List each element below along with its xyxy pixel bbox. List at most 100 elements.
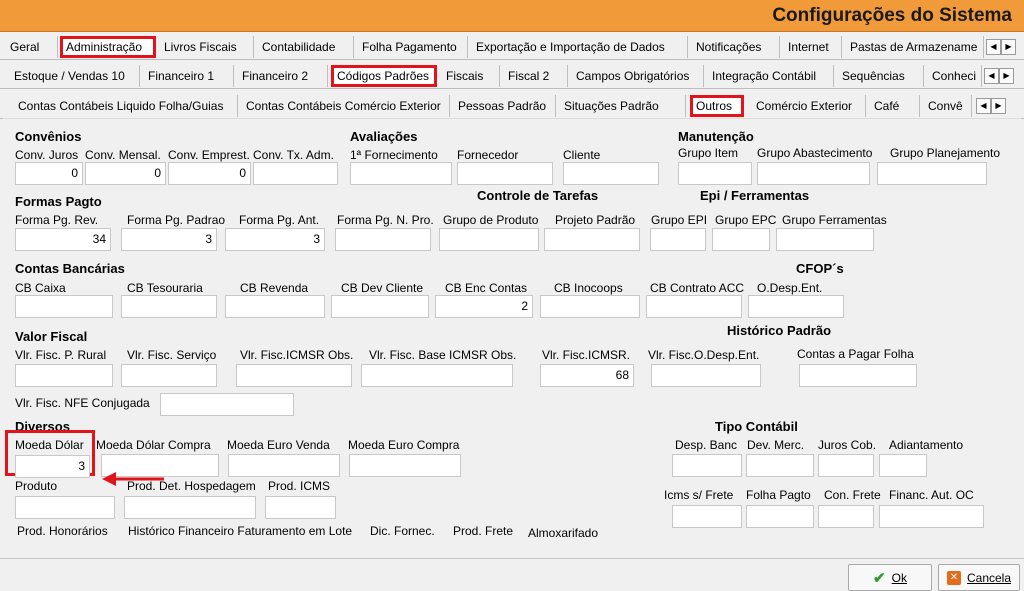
tab-contas-contabeis-folha[interactable]: Contas Contábeis Liquido Folha/Guias [12,95,238,117]
field-cb-tesouraria[interactable] [121,295,217,318]
label-conv-juros: Conv. Juros [15,148,79,162]
scroll-right-icon[interactable]: ▶ [991,98,1006,114]
field-fornecedor[interactable] [457,162,553,185]
tab-exportacao-importacao[interactable]: Exportação e Importação de Dados [470,36,688,58]
tab-administracao[interactable]: Administração [60,36,156,58]
field-forma-pg-padrao[interactable]: 3 [121,228,217,251]
tab-fiscal-2[interactable]: Fiscal 2 [502,65,568,87]
tab-convenios[interactable]: Convê [922,95,972,117]
tab-pessoas-padrao[interactable]: Pessoas Padrão [452,95,556,117]
field-vlr-fisc-nfe-conjugada[interactable] [160,393,294,416]
field-forma-pg-ant[interactable]: 3 [225,228,325,251]
field-moeda-euro-venda[interactable] [228,454,340,477]
scroll-left-icon[interactable]: ◀ [976,98,991,114]
ok-button[interactable]: ✔ Ok [848,564,932,591]
field-grupo-de-produto[interactable] [439,228,539,251]
field-cb-enc-contas[interactable]: 2 [435,295,533,318]
section-cfop-title: CFOP´s [796,261,844,276]
field-produto[interactable] [15,496,115,519]
tab-campos-obrigatorios[interactable]: Campos Obrigatórios [570,65,704,87]
field-vlr-fisc-base-icmsr-obs[interactable] [361,364,513,387]
label-financ-aut-oc: Financ. Aut. OC [889,488,974,502]
field-projeto-padrao[interactable] [544,228,640,251]
field-financ-aut-oc[interactable] [879,505,984,528]
field-icms-s-frete[interactable] [672,505,742,528]
field-conv-mensal[interactable]: 0 [85,162,166,185]
field-vlr-fisc-o-desp-ent[interactable] [651,364,761,387]
tab-estoque-vendas-10[interactable]: Estoque / Vendas 10 [8,65,140,87]
tab-contabilidade[interactable]: Contabilidade [256,36,354,58]
field-vlr-fisc-servico[interactable] [121,364,217,387]
label-juros-cob: Juros Cob. [818,438,877,452]
field-forma-pg-n-pro[interactable] [335,228,431,251]
scroll-right-icon[interactable]: ▶ [999,68,1014,84]
tab-pastas-armazenamento[interactable]: Pastas de Armazename [844,36,984,58]
scroll-left-icon[interactable]: ◀ [984,68,999,84]
tab-internet[interactable]: Internet [782,36,842,58]
field-grupo-item[interactable] [678,162,752,185]
cancel-button[interactable]: ✕ Cancela [938,564,1020,591]
tab-cafe[interactable]: Café [868,95,920,117]
label-grupo-abastecimento: Grupo Abastecimento [757,146,873,160]
tab-fiscais[interactable]: Fiscais [440,65,500,87]
tab-geral[interactable]: Geral [4,36,58,58]
field-vlr-fisc-p-rural[interactable] [15,364,113,387]
field-moeda-euro-compra[interactable] [349,454,461,477]
tab-livros-fiscais[interactable]: Livros Fiscais [158,36,254,58]
field-grupo-ferramentas[interactable] [776,228,874,251]
field-conv-emprest[interactable]: 0 [168,162,251,185]
section-manutencao-title: Manutenção [678,129,754,144]
label-cliente: Cliente [563,148,601,162]
field-desp-banc[interactable] [672,454,742,477]
field-prod-icms[interactable] [265,496,336,519]
field-cliente[interactable] [563,162,659,185]
field-cb-inocoops[interactable] [540,295,640,318]
tab-outros[interactable]: Outros [690,95,744,117]
tab-conhecimento[interactable]: Conheci [926,65,982,87]
tab-folha-pagamento[interactable]: Folha Pagamento [356,36,468,58]
field-cb-contrato-acc[interactable] [646,295,742,318]
tab-contas-contabeis-comercio-exterior[interactable]: Contas Contábeis Comércio Exterior [240,95,450,117]
tab-notificacoes[interactable]: Notificações [690,36,780,58]
field-con-frete[interactable] [818,505,874,528]
scroll-left-icon[interactable]: ◀ [986,39,1001,55]
tab-sequencias[interactable]: Sequências [836,65,924,87]
tab-row-1: Geral Administração Livros Fiscais Conta… [0,32,1024,60]
label-cb-contrato-acc: CB Contrato ACC [650,281,745,295]
tab-integracao-contabil[interactable]: Integração Contábil [706,65,834,87]
field-forma-pg-rev[interactable]: 34 [15,228,111,251]
field-juros-cob[interactable] [818,454,874,477]
tab-row-3: Contas Contábeis Liquido Folha/Guias Con… [0,91,1024,119]
tab-situacoes-padrao[interactable]: Situações Padrão [558,95,686,117]
field-cb-caixa[interactable] [15,295,113,318]
tab-comercio-exterior[interactable]: Comércio Exterior [750,95,866,117]
tab-financeiro-2[interactable]: Financeiro 2 [236,65,328,87]
field-conv-juros[interactable]: 0 [15,162,83,185]
tab-codigos-padroes[interactable]: Códigos Padrões [331,65,437,87]
title-bar: Configurações do Sistema [0,0,1024,32]
scroll-right-icon[interactable]: ▶ [1001,39,1016,55]
field-o-desp-ent[interactable] [748,295,844,318]
field-contas-a-pagar-folha[interactable] [799,364,917,387]
field-vlr-fisc-icmsr-obs[interactable] [236,364,352,387]
label-forma-pg-rev: Forma Pg. Rev. [15,213,99,227]
label-forma-pg-ant: Forma Pg. Ant. [239,213,320,227]
field-grupo-abastecimento[interactable] [757,162,870,185]
field-adiantamento[interactable] [879,454,927,477]
field-cb-revenda[interactable] [225,295,325,318]
field-dev-merc[interactable] [746,454,814,477]
field-grupo-planejamento[interactable] [877,162,987,185]
field-prod-det-hospedagem[interactable] [124,496,256,519]
label-cb-revenda: CB Revenda [240,281,309,295]
field-folha-pagto[interactable] [746,505,814,528]
section-epi-ferramentas-title: Epi / Ferramentas [700,188,810,203]
field-conv-tx-adm[interactable] [253,162,338,185]
field-vlr-fisc-icmsr[interactable]: 68 [540,364,634,387]
field-moeda-dolar[interactable]: 3 [15,455,90,478]
field-cb-dev-cliente[interactable] [331,295,429,318]
tab-financeiro-1[interactable]: Financeiro 1 [142,65,234,87]
field-grupo-epc[interactable] [712,228,770,251]
field-1-fornecimento[interactable] [350,162,452,185]
field-grupo-epi[interactable] [650,228,706,251]
label-forma-pg-n-pro: Forma Pg. N. Pro. [337,213,434,227]
